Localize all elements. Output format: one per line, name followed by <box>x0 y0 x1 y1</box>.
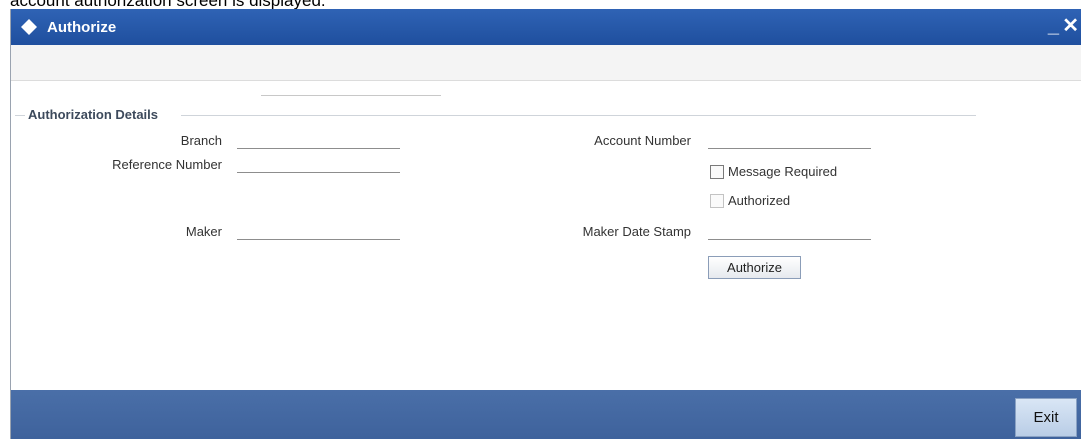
footer-bar: Exit <box>11 390 1081 439</box>
section-legend: Authorization Details <box>28 107 159 122</box>
authorized-checkbox[interactable] <box>710 193 724 208</box>
close-button[interactable]: ✕ <box>1062 15 1079 37</box>
exit-button[interactable]: Exit <box>1015 398 1077 437</box>
message-required-checkbox[interactable] <box>710 164 724 179</box>
maker-date-stamp-label: Maker Date Stamp <box>582 224 691 239</box>
section-rule <box>181 115 976 116</box>
branch-field[interactable] <box>237 131 400 149</box>
branch-label: Branch <box>180 133 222 148</box>
title-bar: Authorize _ ✕ <box>11 9 1081 45</box>
diamond-icon <box>19 17 39 37</box>
account-number-label: Account Number <box>594 133 691 148</box>
authorized-label: Authorized <box>728 193 791 208</box>
authorized-option[interactable]: Authorized <box>710 193 790 208</box>
authorize-button[interactable]: Authorize <box>708 256 801 279</box>
toolbar-strip <box>11 45 1081 81</box>
window-title: Authorize <box>47 18 117 36</box>
message-required-label: Message Required <box>728 164 838 179</box>
reference-number-label: Reference Number <box>112 157 222 172</box>
account-number-field[interactable] <box>708 131 871 149</box>
minimize-button[interactable]: _ <box>1048 15 1059 37</box>
maker-field[interactable] <box>237 222 400 240</box>
divider <box>261 95 441 96</box>
maker-label: Maker <box>185 224 222 239</box>
maker-date-stamp-field[interactable] <box>708 222 871 240</box>
document-caption: account authorization screen is displaye… <box>10 0 1070 9</box>
message-required-option[interactable]: Message Required <box>710 164 837 179</box>
content-area: Authorization Details Branch Reference N… <box>11 81 1081 390</box>
authorize-window: Authorize _ ✕ Authorization Details Bran… <box>10 9 1081 439</box>
reference-number-field[interactable] <box>237 155 400 173</box>
section-rule <box>15 115 25 116</box>
